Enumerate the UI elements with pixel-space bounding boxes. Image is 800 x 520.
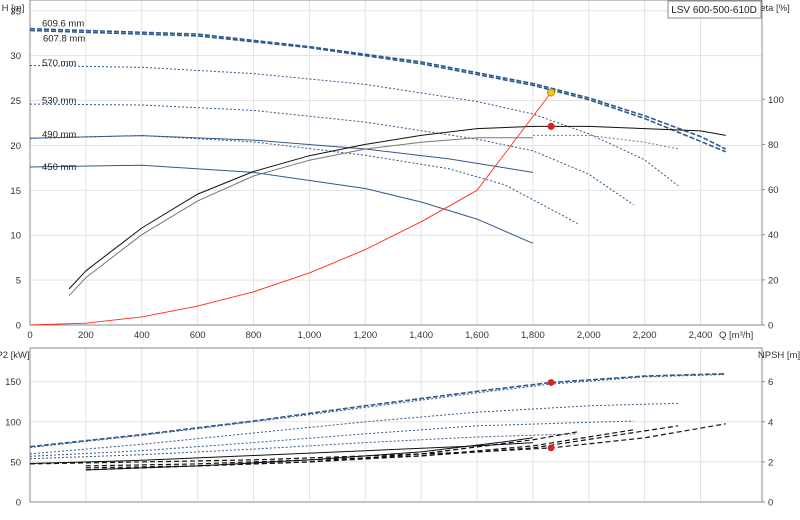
upper-duty-points — [547, 88, 556, 130]
power-tick-label-1: 50 — [10, 457, 21, 468]
y2-axis-title-npsh: NPSH [m] — [758, 350, 800, 361]
x-tick-label-0: 0 — [27, 330, 32, 341]
y-tick-label-0: 0 — [16, 321, 21, 332]
upper-y2-tick-labels: 0 20 40 60 80 100 — [762, 95, 784, 332]
power-tick-label-2: 100 — [5, 417, 21, 428]
chart-canvas: 0 200 400 600 800 1,000 1,200 1,400 1,600 1,800 2,… — [0, 0, 800, 509]
impeller-diameter-labels: 609.6 mm 607.8 mm 570 mm 530 mm 490 mm 450 mm — [42, 18, 85, 173]
power-curve-3 — [29, 420, 634, 457]
npsh-tick-label-3: 6 — [768, 377, 773, 388]
power-curve-1 — [29, 374, 726, 448]
y2-tick-label-2: 40 — [768, 230, 779, 241]
x-tick-label-5: 1,000 — [297, 330, 321, 341]
y2-axis-title-eta: eta [%] — [760, 3, 790, 14]
lower-duty-points — [547, 379, 555, 452]
impeller-diameter-label-0: 609.6 mm — [42, 18, 84, 29]
x-tick-label-1: 200 — [78, 330, 94, 341]
efficiency-curve-7 — [68, 125, 726, 290]
lower-plot-frame — [29, 347, 763, 503]
x-tick-label-2: 400 — [134, 330, 150, 341]
y2-tick-label-1: 20 — [768, 275, 779, 286]
power-tick-label-0: 0 — [16, 498, 21, 509]
y-tick-label-1: 5 — [16, 276, 21, 287]
npsh-tick-label-1: 2 — [768, 457, 773, 468]
power-curve-4 — [29, 433, 578, 460]
impeller-diameter-label-3: 530 mm — [42, 96, 76, 107]
x-tick-label-8: 1,600 — [465, 330, 489, 341]
impeller-diameter-label-5: 450 mm — [42, 162, 76, 173]
x-tick-label-12: 2,400 — [689, 330, 713, 341]
efficiency-curve-9 — [532, 134, 679, 150]
upper-grid — [29, 0, 762, 326]
y2-tick-label-3: 60 — [768, 185, 779, 196]
lower-y-tick-labels: 0 50 100 150 — [5, 377, 21, 508]
x-tick-label-7: 1,400 — [409, 330, 433, 341]
x-tick-label-11: 2,200 — [633, 330, 657, 341]
y-tick-label-4: 20 — [10, 141, 21, 152]
upper-x-tick-labels: 0 200 400 600 800 1,000 1,200 1,400 1,600 1,800 2,… — [27, 330, 712, 341]
upper-plot-frame — [29, 0, 763, 326]
impeller-diameter-label-2: 570 mm — [42, 58, 76, 69]
y2-tick-label-5: 100 — [768, 95, 784, 106]
head-curve-6 — [29, 135, 533, 173]
system-curve-10 — [29, 92, 552, 326]
x-tick-label-10: 2,000 — [577, 330, 601, 341]
x-tick-label-9: 1,800 — [521, 330, 545, 341]
head-curve-3 — [29, 103, 634, 206]
y-axis-title-head: H [m] — [2, 3, 25, 14]
x-tick-label-6: 1,200 — [353, 330, 377, 341]
x-tick-label-3: 600 — [190, 330, 206, 341]
head-curve-5 — [29, 164, 534, 244]
impeller-diameter-label-1: 607.8 mm — [43, 34, 85, 45]
npsh-tick-label-0: 0 — [768, 498, 773, 509]
npsh-tick-label-2: 4 — [768, 417, 773, 428]
model-name-box: LSV 600-500-610D — [667, 0, 762, 19]
x-axis-title-flow: Q [m³/h] — [719, 330, 753, 341]
y2-tick-label-0: 0 — [768, 321, 773, 332]
upper-panel: 0 200 400 600 800 1,000 1,200 1,400 1,600 1,800 2,… — [2, 0, 790, 341]
x-tick-label-4: 800 — [246, 330, 262, 341]
lower-grid — [29, 348, 762, 503]
y-tick-label-6: 30 — [10, 51, 21, 62]
y-axis-title-power: P2 [kW] — [0, 350, 30, 361]
duty-point-npsh — [547, 444, 555, 452]
power-tick-label-3: 150 — [5, 377, 21, 388]
pump-curve-chart: 0 200 400 600 800 1,000 1,200 1,400 1,600 1,800 2,… — [0, 0, 800, 520]
power-curve-2 — [29, 402, 679, 455]
lower-panel: 0 50 100 150 0 2 4 6 P2 [kW] NPSH [m] — [0, 347, 800, 509]
y-tick-label-3: 15 — [10, 186, 21, 197]
y-tick-label-2: 10 — [10, 231, 21, 242]
duty-point-head — [547, 88, 556, 97]
y-tick-label-5: 25 — [10, 96, 21, 107]
duty-point-power — [547, 379, 555, 386]
head-curve-1 — [29, 29, 727, 153]
y2-tick-label-4: 80 — [768, 140, 779, 151]
head-curve-0 — [29, 27, 727, 150]
duty-point-eta — [547, 122, 555, 130]
lower-y2-tick-labels: 0 2 4 6 — [762, 377, 773, 509]
model-name: LSV 600-500-610D — [671, 5, 757, 16]
upper-y-tick-labels: 05101520253035 — [10, 6, 21, 331]
impeller-diameter-label-4: 490 mm — [42, 130, 76, 141]
head-curve-2 — [29, 65, 679, 187]
